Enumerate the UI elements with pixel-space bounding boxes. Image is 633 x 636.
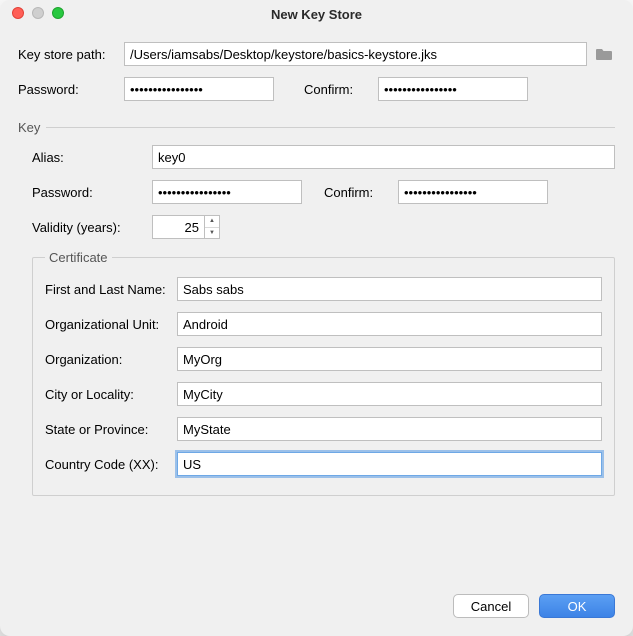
state-row: State or Province: <box>45 417 602 441</box>
key-password-input[interactable] <box>152 180 302 204</box>
key-block: Alias: Password: Confirm: Validity (year… <box>18 145 615 496</box>
city-input[interactable] <box>177 382 602 406</box>
cancel-button[interactable]: Cancel <box>453 594 529 618</box>
alias-input[interactable] <box>152 145 615 169</box>
first-last-input[interactable] <box>177 277 602 301</box>
keystore-password-label: Password: <box>18 82 124 97</box>
key-section-label: Key <box>18 120 40 135</box>
stepper-up-icon[interactable]: ▲ <box>205 216 219 228</box>
close-icon[interactable] <box>12 7 24 19</box>
minimize-icon <box>32 7 44 19</box>
keystore-path-row: Key store path: <box>18 42 615 66</box>
state-label: State or Province: <box>45 422 177 437</box>
key-section-header: Key <box>18 120 615 135</box>
org-row: Organization: <box>45 347 602 371</box>
org-label: Organization: <box>45 352 177 367</box>
certificate-fieldset: Certificate First and Last Name: Organiz… <box>32 250 615 496</box>
city-row: City or Locality: <box>45 382 602 406</box>
alias-row: Alias: <box>32 145 615 169</box>
ou-label: Organizational Unit: <box>45 317 177 332</box>
keystore-password-row: Password: Confirm: <box>18 77 615 101</box>
folder-icon[interactable] <box>593 43 615 65</box>
window-title: New Key Store <box>271 7 362 22</box>
cc-row: Country Code (XX): <box>45 452 602 476</box>
key-confirm-label: Confirm: <box>324 185 398 200</box>
cc-label: Country Code (XX): <box>45 457 177 472</box>
keystore-path-input[interactable] <box>124 42 587 66</box>
keystore-confirm-label: Confirm: <box>304 82 378 97</box>
window-controls <box>12 7 64 19</box>
ou-row: Organizational Unit: <box>45 312 602 336</box>
certificate-legend: Certificate <box>45 250 112 265</box>
stepper-buttons: ▲ ▼ <box>204 215 220 239</box>
org-input[interactable] <box>177 347 602 371</box>
dialog-content: Key store path: Password: Confirm: Key A… <box>0 28 633 594</box>
ou-input[interactable] <box>177 312 602 336</box>
ok-button[interactable]: OK <box>539 594 615 618</box>
city-label: City or Locality: <box>45 387 177 402</box>
zoom-icon[interactable] <box>52 7 64 19</box>
titlebar: New Key Store <box>0 0 633 28</box>
first-last-label: First and Last Name: <box>45 282 177 297</box>
first-last-row: First and Last Name: <box>45 277 602 301</box>
divider <box>46 127 615 128</box>
spacer <box>18 496 615 578</box>
validity-label: Validity (years): <box>32 220 152 235</box>
keystore-path-label: Key store path: <box>18 47 124 62</box>
dialog-footer: Cancel OK <box>0 594 633 636</box>
alias-label: Alias: <box>32 150 152 165</box>
keystore-password-input[interactable] <box>124 77 274 101</box>
key-password-row: Password: Confirm: <box>32 180 615 204</box>
cc-input[interactable] <box>177 452 602 476</box>
key-confirm-input[interactable] <box>398 180 548 204</box>
dialog-window: New Key Store Key store path: Password: … <box>0 0 633 636</box>
validity-row: Validity (years): ▲ ▼ <box>32 215 615 239</box>
key-password-label: Password: <box>32 185 152 200</box>
state-input[interactable] <box>177 417 602 441</box>
stepper-down-icon[interactable]: ▼ <box>205 228 219 239</box>
keystore-confirm-input[interactable] <box>378 77 528 101</box>
validity-stepper[interactable]: ▲ ▼ <box>152 215 220 239</box>
validity-input[interactable] <box>152 215 204 239</box>
